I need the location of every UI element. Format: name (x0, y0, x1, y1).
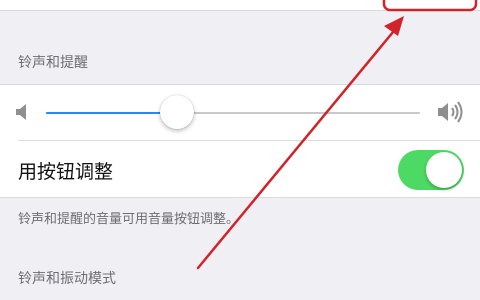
volume-slider-fill (46, 112, 177, 114)
volume-slider-thumb[interactable] (159, 95, 194, 129)
section-header-ringer: 铃声和提醒 (18, 55, 88, 71)
change-with-buttons-label: 用按钮调整 (18, 161, 114, 183)
row-divider (18, 140, 480, 141)
ringer-footnote: 铃声和提醒的音量可用音量按钮调整。 (18, 212, 240, 227)
speaker-low-icon (16, 104, 26, 120)
speaker-high-icon (438, 101, 463, 123)
change-with-buttons-toggle[interactable] (398, 150, 464, 190)
annotation-arrow-head (384, 16, 404, 36)
ringer-group: 用按钮调整 (0, 84, 480, 198)
volume-slider[interactable] (46, 112, 420, 114)
toggle-knob (426, 152, 462, 188)
top-cell (0, 0, 480, 11)
section-header-vibrate: 铃声和振动模式 (18, 271, 116, 287)
